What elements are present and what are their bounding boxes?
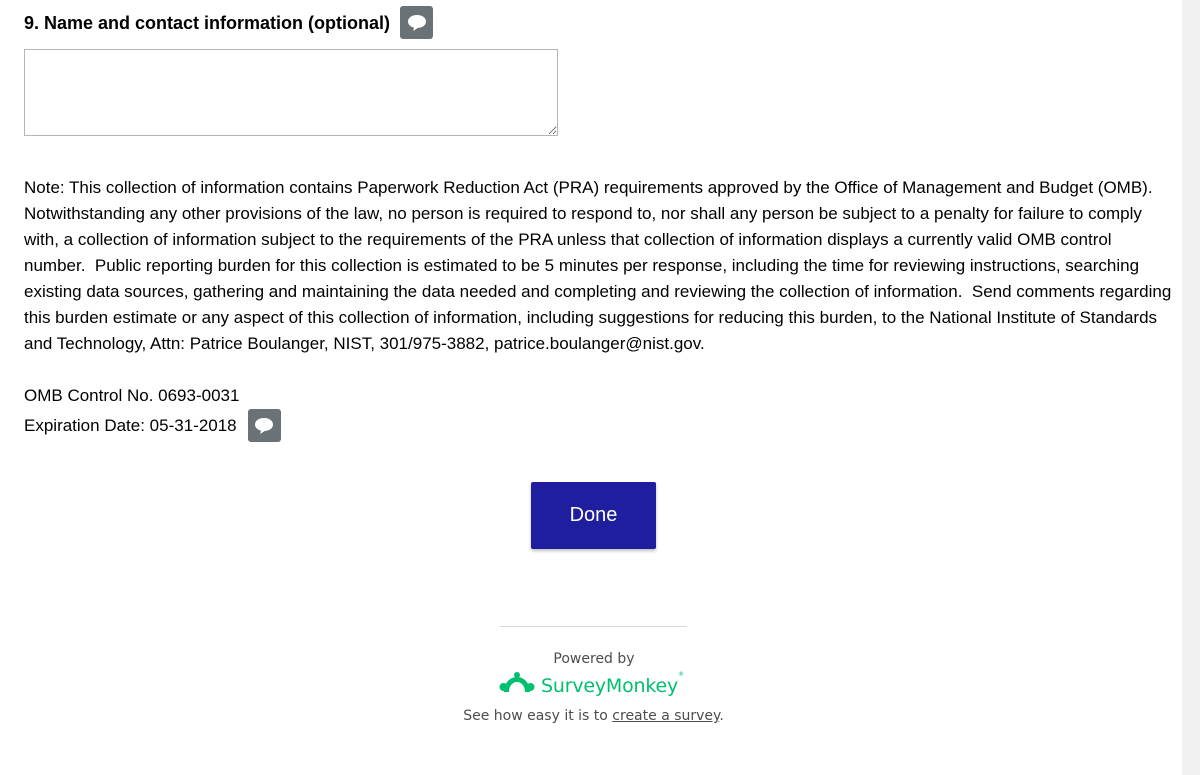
comment-bubble-icon[interactable] bbox=[247, 409, 281, 442]
create-prefix: See how easy it is to bbox=[463, 708, 613, 724]
expiration-date: Expiration Date: 05-31-2018 bbox=[24, 415, 237, 435]
done-button[interactable]: Done bbox=[531, 482, 656, 549]
create-suffix: . bbox=[719, 708, 724, 724]
powered-by-label: Powered by bbox=[553, 651, 635, 667]
surveymonkey-wordmark: SurveyMonkey® bbox=[541, 671, 684, 697]
comment-bubble-icon[interactable] bbox=[400, 6, 434, 39]
omb-control-number: OMB Control No. 0693-0031 bbox=[24, 386, 240, 405]
survey-page: 9. Name and contact information (optiona… bbox=[0, 0, 1200, 775]
brand-name: SurveyMonkey bbox=[541, 674, 679, 697]
create-survey-link[interactable]: create a survey bbox=[612, 708, 719, 724]
question-9: 9. Name and contact information (optiona… bbox=[24, 6, 584, 136]
create-survey-line: See how easy it is to create a survey. bbox=[446, 708, 741, 724]
question-number: 9. bbox=[24, 12, 40, 33]
scrollbar[interactable] bbox=[1182, 0, 1200, 775]
surveymonkey-logo-icon bbox=[499, 671, 535, 700]
contact-info-textarea[interactable] bbox=[24, 49, 558, 136]
footer-divider bbox=[500, 626, 687, 627]
question-label: Name and contact information (optional) bbox=[44, 12, 391, 33]
pra-note: Note: This collection of information con… bbox=[24, 178, 1177, 353]
question-title: 9. Name and contact information (optiona… bbox=[24, 6, 584, 39]
trademark-mark: ® bbox=[678, 670, 684, 678]
expiration-row: Expiration Date: 05-31-2018 bbox=[24, 409, 281, 442]
surveymonkey-logo[interactable]: SurveyMonkey® bbox=[499, 671, 684, 700]
